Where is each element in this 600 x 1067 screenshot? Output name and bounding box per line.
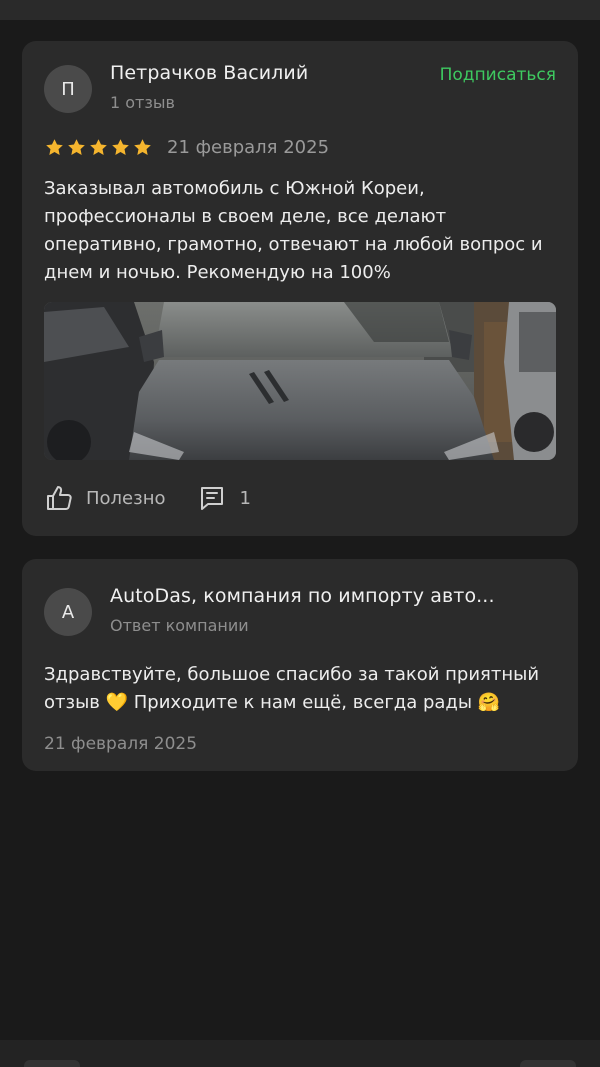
review-photo[interactable] (44, 302, 556, 460)
bottom-right-button[interactable] (520, 1060, 576, 1067)
star-icon (68, 138, 85, 155)
reply-date: 21 февраля 2025 (44, 734, 198, 754)
comments-button[interactable]: 1 (197, 483, 251, 513)
car-photo-icon (44, 302, 556, 460)
thumbs-up-icon (47, 486, 72, 510)
avatar[interactable]: П (44, 65, 92, 113)
star-icon (134, 138, 151, 155)
rating-row: 21 февраля 2025 (44, 135, 329, 159)
star-rating (44, 137, 153, 158)
reply-text: Здравствуйте, большое спасибо за такой п… (44, 664, 540, 713)
star-icon (90, 138, 107, 155)
comment-icon (201, 487, 224, 510)
reviewer-name[interactable]: Петрачков Василий (110, 62, 308, 84)
bottom-bar (0, 1040, 600, 1067)
review-card: П Петрачков Василий 1 отзыв Подписаться … (22, 41, 578, 536)
reviewer-review-count: 1 отзыв (110, 93, 175, 112)
company-reply-card: А AutoDas, компания по импорту авто... О… (22, 559, 578, 771)
helpful-label: Полезно (86, 487, 166, 509)
helpful-button[interactable]: Полезно (44, 483, 165, 513)
star-icon (112, 138, 129, 155)
subscribe-button[interactable]: Подписаться (440, 65, 556, 85)
comments-count: 1 (239, 487, 251, 509)
bottom-left-button[interactable] (24, 1060, 80, 1067)
review-text: Заказывал автомобиль с Южной Кореи, проф… (44, 178, 543, 283)
company-name[interactable]: AutoDas, компания по импорту авто... (110, 585, 495, 607)
company-avatar[interactable]: А (44, 588, 92, 636)
review-actions: Полезно 1 (44, 481, 251, 515)
reply-label: Ответ компании (110, 616, 249, 635)
review-date: 21 февраля 2025 (167, 136, 330, 158)
star-icon (46, 138, 63, 155)
top-bar (0, 0, 600, 20)
